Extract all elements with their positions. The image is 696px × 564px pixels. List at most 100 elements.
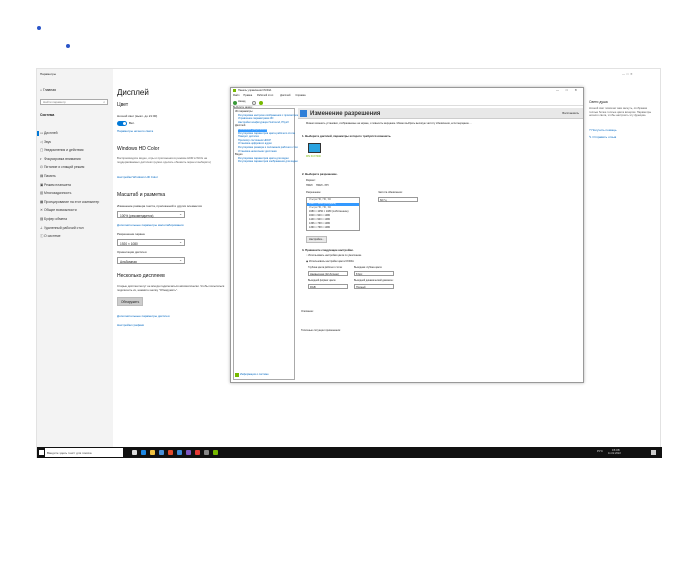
browser-icon[interactable] (177, 450, 182, 455)
advanced-scaling-link[interactable]: Дополнительные параметры масштабирования (117, 224, 183, 227)
explorer-icon[interactable] (150, 450, 155, 455)
sidebar-item-label: Многозадачность (44, 191, 72, 196)
forward-arrow-icon[interactable] (252, 100, 256, 105)
toggle-state: Вкл. (129, 121, 135, 125)
tree-item[interactable]: Установка нескольких дисплеев (238, 150, 277, 154)
step1-label: 1. Выберите дисплей, параметры которого … (302, 134, 392, 138)
store-icon[interactable] (159, 450, 164, 455)
search-icon: ⌕ (103, 100, 105, 104)
depth-dropdown[interactable]: Наивысшая (32-битная) (308, 271, 348, 276)
color-section-title: Цвет (117, 102, 129, 108)
menu-item[interactable]: Файл (233, 94, 239, 98)
night-light-settings-link[interactable]: Параметры ночного света (117, 130, 153, 133)
taskbar-search[interactable]: Введите здесь текст для поиска (45, 448, 123, 457)
sidebar-item-label: Проецирование на этот компьютер (44, 199, 100, 204)
sidebar-item-1[interactable]: ◁Звук (40, 140, 51, 144)
sidebar-item-8[interactable]: ▦Проецирование на этот компьютер (40, 200, 99, 204)
customize-button[interactable]: Настройка... (306, 236, 327, 243)
tray-language[interactable]: РУС (597, 450, 603, 453)
settings-window-controls[interactable]: — □ ✕ (622, 73, 633, 76)
night-light-label: Ночной свет (выкл. до 21:00) (117, 114, 158, 118)
settings-app-icon[interactable] (204, 450, 209, 455)
sidebar-item-5[interactable]: ▤Память (40, 174, 56, 178)
nvidia-control-panel-window: Панель управления NVIDIA — □ ✕ Файл Правк… (230, 87, 584, 383)
system-info-link[interactable]: Информация о системе (240, 373, 269, 377)
edge-icon[interactable] (141, 450, 146, 455)
refresh-label: Частота обновления: (378, 191, 403, 194)
default-color-radio[interactable]: ○ Использовать настройки цвета по умолча… (306, 254, 361, 258)
taskbar: Введите здесь текст для поиска РУС 15:08… (37, 447, 662, 458)
get-help-link[interactable]: ? Получить помощь (589, 129, 617, 132)
sidebar-item-6[interactable]: ▣Режим планшета (40, 183, 71, 187)
sidebar-item-label: Удаленный рабочий стол (44, 225, 84, 230)
sidebar-item-3[interactable]: ◐ Фокусировка внимания (40, 157, 81, 161)
change-resolution-pane: Изменение разрешения Восстановить Можно … (298, 108, 583, 382)
refresh-dropdown[interactable]: 60 Гц (378, 197, 418, 202)
sidebar-item-2[interactable]: ▢Уведомления и действия (40, 148, 84, 152)
help-icon: ? (589, 128, 591, 132)
detect-button[interactable]: Обнаружить (117, 297, 144, 306)
bullet-point-1 (37, 26, 41, 30)
nvidia-color-radio[interactable]: ◉ Использовать настройки цвета NVIDIA (306, 260, 354, 264)
start-button-icon[interactable] (39, 450, 44, 455)
page-title: Дисплей (117, 88, 149, 97)
app-icon[interactable] (168, 450, 173, 455)
sidebar-item-0[interactable]: ▭Дисплей (40, 131, 57, 135)
sidebar-item-9[interactable]: ✕Общие возможности (40, 208, 77, 212)
menu-item[interactable]: Рабочий стол (257, 94, 273, 98)
sidebar-item-label: О системе (44, 234, 61, 239)
back-arrow-icon[interactable] (233, 100, 237, 105)
multiple-displays-title: Несколько дисплеев (117, 273, 165, 279)
night-light-toggle[interactable] (117, 121, 127, 126)
sidebar-item-10[interactable]: ▧Буфер обмена (40, 217, 67, 221)
depth-label: Глубина цвета рабочего стола: (308, 266, 343, 269)
monitor-icon[interactable] (308, 143, 321, 153)
nav-selection-indicator (37, 131, 39, 136)
app3-icon[interactable] (195, 450, 200, 455)
back-label[interactable]: Назад (238, 100, 245, 104)
tree-item[interactable]: Регулировка параметров изображения для в… (238, 161, 298, 164)
related-panel: Свети душа Ночной свет помогает вам засн… (589, 87, 659, 187)
resolution-option[interactable]: 1360 × 768 × 1080 (309, 226, 330, 230)
related-title: Свети душа (589, 100, 608, 104)
menu-item[interactable]: Дисплей (280, 94, 290, 98)
nvidia-window-controls[interactable]: — □ ✕ (556, 89, 580, 92)
resolution-dropdown[interactable]: 1920 × 1080 (117, 239, 185, 246)
type-value-2[interactable]: HDMI - PPI (316, 184, 329, 188)
hd-color-link[interactable]: Настройки Windows HD Color (117, 176, 158, 179)
tray-date: 11.02.2022 (608, 452, 621, 455)
sidebar-item-4[interactable]: ⏻Питание и спящий режим (40, 165, 84, 169)
restore-defaults-link[interactable]: Восстановить (562, 112, 579, 116)
type-value-1[interactable]: HDMI (306, 184, 312, 188)
settings-sidebar: Параметры ⌂ Главная Найти параметр ⌕ Сис… (37, 69, 113, 447)
sidebar-item-7[interactable]: ▥Многозадачность (40, 191, 71, 195)
home-icon: ⌂ (40, 88, 43, 92)
resolution-list[interactable]: Ультра HD, HD, SD 1920 × 1080 (исходное) У… (306, 197, 360, 231)
pane-header: Изменение разрешения Восстановить (298, 108, 583, 119)
task-view-icon[interactable] (132, 450, 137, 455)
home-link[interactable]: ⌂ Главная (40, 88, 56, 92)
menu-item[interactable]: Справка (295, 94, 305, 98)
out-depth-dropdown[interactable]: 8 bpc (354, 271, 394, 276)
dynamic-label: Выходной динамический диапазон: (354, 279, 394, 282)
format-dropdown[interactable]: RGB (308, 284, 348, 289)
menu-item[interactable]: Правка (243, 94, 252, 98)
orientation-dropdown[interactable]: Альбомная (117, 257, 185, 264)
notification-icon[interactable] (651, 450, 656, 455)
nvidia-app-icon[interactable] (213, 450, 218, 455)
home-icon[interactable] (259, 100, 263, 105)
advanced-display-link[interactable]: Дополнительные параметры дисплея (117, 315, 169, 318)
feedback-link[interactable]: ✎ Отправить отзыв (589, 136, 616, 139)
graphics-settings-link[interactable]: Настройки графики (117, 324, 144, 327)
sidebar-item-label: Питание и спящий режим (44, 165, 85, 170)
monitor-label: MSI 3CX7000 (306, 155, 321, 158)
dynamic-dropdown[interactable]: Полный (354, 284, 394, 289)
app2-icon[interactable] (186, 450, 191, 455)
search-input[interactable]: Найти параметр ⌕ (40, 99, 108, 105)
nvidia-logo-icon (233, 89, 236, 93)
sidebar-item-label: Фокусировка внимания (44, 156, 81, 161)
scale-dropdown[interactable]: 100% (рекомендуется) (117, 211, 185, 218)
tree-item[interactable]: Настройки конфигурации Surround, PhysX (238, 121, 289, 125)
sidebar-item-12[interactable]: ⓘО системе (40, 234, 60, 239)
sidebar-item-11[interactable]: ⟂ Удаленный рабочий стол (40, 226, 84, 230)
